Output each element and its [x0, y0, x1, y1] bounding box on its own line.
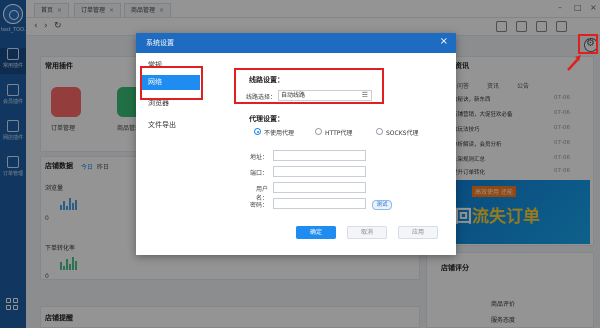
cancel-button[interactable]: 取消 [347, 226, 387, 239]
proxy-username-input[interactable] [273, 182, 366, 193]
radio-no-proxy[interactable] [254, 128, 261, 135]
radio-label: SOCKS代理 [386, 130, 419, 137]
proxy-password-input[interactable] [273, 198, 366, 209]
settings-dialog: 系统设置 × 常规 网络 浏览器 文件导出 线路设置： 线路选择： 自动线路 ☰… [136, 33, 456, 255]
pointer-arrow-icon [567, 55, 581, 71]
apply-button[interactable]: 应用 [398, 226, 438, 239]
confirm-button[interactable]: 确定 [296, 226, 336, 239]
proxy-address-input[interactable] [273, 150, 366, 161]
proxy-port-input[interactable] [273, 166, 366, 177]
radio-label: HTTP代理 [325, 130, 353, 137]
settings-highlight-box [578, 34, 598, 54]
radio-label: 不使用代理 [264, 130, 295, 137]
dialog-title: 系统设置 [146, 39, 174, 47]
dialog-header: 系统设置 × [136, 33, 456, 53]
settings-nav-file-export[interactable]: 文件导出 [140, 118, 200, 133]
proxy-settings-heading: 代理设置： [249, 115, 284, 123]
close-icon[interactable]: × [440, 36, 448, 48]
field-label-port: 端口： [249, 170, 268, 177]
test-proxy-button[interactable]: 测试 [372, 200, 392, 210]
network-highlight-box [140, 66, 203, 100]
radio-socks-proxy[interactable] [376, 128, 383, 135]
radio-http-proxy[interactable] [315, 128, 322, 135]
field-label-password: 密码： [249, 202, 268, 209]
line-highlight-box [234, 68, 384, 104]
field-label-address: 地址： [249, 154, 268, 161]
